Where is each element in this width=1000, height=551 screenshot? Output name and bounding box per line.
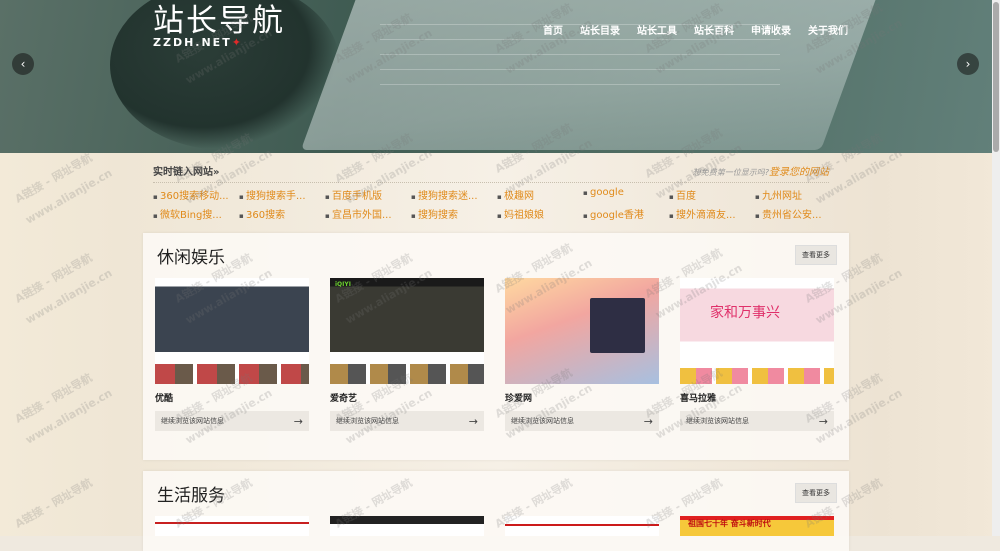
site-card[interactable] bbox=[505, 516, 659, 536]
site-name[interactable]: 爱奇艺 bbox=[330, 391, 484, 405]
realtime-header: 实时链入网站» 想免费第一位显示吗?登录您的网站 bbox=[153, 163, 829, 183]
realtime-link[interactable]: 宜昌市外国... bbox=[325, 206, 411, 221]
view-more-button[interactable]: 查看更多 bbox=[795, 483, 837, 503]
site-card[interactable] bbox=[155, 516, 309, 536]
section-life: 生活服务 查看更多 祖国七十年 奋斗新时代 bbox=[143, 471, 849, 551]
thumb-strip bbox=[680, 368, 834, 384]
site-more-link[interactable]: 继续浏览该网站信息 → bbox=[330, 411, 484, 431]
arrow-right-icon: → bbox=[468, 414, 478, 428]
thumb-text: 祖国七十年 奋斗新时代 bbox=[688, 519, 771, 528]
site-cards: 优酷 继续浏览该网站信息 → iQIYI 爱奇艺 继续浏览该网站信息 → 珍爱网 继… bbox=[155, 278, 834, 431]
site-thumbnail[interactable] bbox=[505, 278, 659, 384]
page-scrollbar[interactable] bbox=[992, 0, 1000, 536]
site-thumbnail[interactable]: 家和万事兴 bbox=[680, 278, 834, 384]
star-icon: ✦ bbox=[231, 36, 243, 49]
site-more-text: 继续浏览该网站信息 bbox=[161, 417, 224, 425]
login-box bbox=[590, 298, 645, 353]
hero-banner: 站长导航 ZZDH.NET✦ 首页 站长目录 站长工具 站长百科 申请收录 关于… bbox=[0, 0, 1000, 153]
nav-wiki[interactable]: 站长百科 bbox=[694, 22, 734, 37]
site-thumbnail[interactable] bbox=[155, 278, 309, 384]
nav-about[interactable]: 关于我们 bbox=[808, 22, 848, 37]
carousel-prev-button[interactable]: ‹ bbox=[12, 53, 34, 75]
logo-domain-text: ZZDH.NET bbox=[153, 36, 232, 49]
realtime-links: 实时链入网站» 想免费第一位显示吗?登录您的网站 360搜索移动... 搜狗搜索… bbox=[153, 163, 829, 221]
realtime-link[interactable]: google香港 bbox=[583, 206, 669, 221]
site-thumbnail[interactable]: 祖国七十年 奋斗新时代 bbox=[680, 516, 834, 536]
site-more-link[interactable]: 继续浏览该网站信息 → bbox=[680, 411, 834, 431]
site-logo[interactable]: 站长导航 ZZDH.NET✦ bbox=[153, 4, 285, 49]
site-more-text: 继续浏览该网站信息 bbox=[511, 417, 574, 425]
thumb-strip bbox=[330, 364, 484, 384]
site-card-zhenai[interactable]: 珍爱网 继续浏览该网站信息 → bbox=[505, 278, 659, 431]
logo-text: 站长导航 bbox=[153, 3, 285, 39]
site-card-youku[interactable]: 优酷 继续浏览该网站信息 → bbox=[155, 278, 309, 431]
realtime-title: 实时链入网站» bbox=[153, 167, 220, 178]
site-name[interactable]: 珍爱网 bbox=[505, 391, 659, 405]
realtime-link[interactable]: google bbox=[583, 187, 669, 202]
site-thumbnail[interactable] bbox=[505, 516, 659, 536]
site-cards: 祖国七十年 奋斗新时代 bbox=[155, 516, 834, 536]
realtime-grid: 360搜索移动... 搜狗搜索手... 百度手机版 搜狗搜索迷... 极趣网 g… bbox=[153, 187, 829, 221]
site-more-text: 继续浏览该网站信息 bbox=[336, 417, 399, 425]
site-more-link[interactable]: 继续浏览该网站信息 → bbox=[155, 411, 309, 431]
site-card[interactable]: 祖国七十年 奋斗新时代 bbox=[680, 516, 834, 536]
section-title: 生活服务 bbox=[157, 486, 225, 506]
arrow-right-icon: → bbox=[643, 414, 653, 428]
thumb-strip bbox=[155, 364, 309, 384]
thumb-text: iQIYI bbox=[335, 281, 351, 288]
section-title: 休闲娱乐 bbox=[157, 248, 225, 268]
site-more-link[interactable]: 继续浏览该网站信息 → bbox=[505, 411, 659, 431]
ask-text: 想免费第一位显示吗? bbox=[692, 168, 769, 177]
realtime-link[interactable]: 百度 bbox=[669, 187, 755, 202]
nav-apply[interactable]: 申请收录 bbox=[751, 22, 791, 37]
arrow-right-icon: → bbox=[818, 414, 828, 428]
view-more-button[interactable]: 查看更多 bbox=[795, 245, 837, 265]
scrollbar-thumb[interactable] bbox=[993, 2, 999, 152]
site-thumbnail[interactable] bbox=[155, 516, 309, 536]
site-more-text: 继续浏览该网站信息 bbox=[686, 417, 749, 425]
realtime-link[interactable]: 贵州省公安... bbox=[755, 206, 841, 221]
site-card[interactable] bbox=[330, 516, 484, 536]
realtime-link[interactable]: 极趣网 bbox=[497, 187, 583, 202]
realtime-link[interactable]: 百度手机版 bbox=[325, 187, 411, 202]
realtime-link[interactable]: 搜狗搜索迷... bbox=[411, 187, 497, 202]
realtime-link[interactable]: 搜外滴滴友... bbox=[669, 206, 755, 221]
site-thumbnail[interactable]: iQIYI bbox=[330, 278, 484, 384]
site-card-ximalaya[interactable]: 家和万事兴 喜马拉雅 继续浏览该网站信息 → bbox=[680, 278, 834, 431]
realtime-link[interactable]: 搜狗搜索手... bbox=[239, 187, 325, 202]
realtime-link[interactable]: 360搜索移动... bbox=[153, 187, 239, 202]
realtime-link[interactable]: 微软Bing搜... bbox=[153, 206, 239, 221]
realtime-link[interactable]: 妈祖娘娘 bbox=[497, 206, 583, 221]
realtime-link[interactable]: 360搜索 bbox=[239, 206, 325, 221]
nav-home[interactable]: 首页 bbox=[543, 22, 563, 37]
section-leisure: 休闲娱乐 查看更多 优酷 继续浏览该网站信息 → iQIYI 爱奇艺 继续浏览该网… bbox=[143, 233, 849, 460]
nav-directory[interactable]: 站长目录 bbox=[580, 22, 620, 37]
realtime-ask: 想免费第一位显示吗?登录您的网站 bbox=[693, 163, 829, 178]
main-nav: 首页 站长目录 站长工具 站长百科 申请收录 关于我们 bbox=[526, 22, 848, 37]
site-thumbnail[interactable] bbox=[330, 516, 484, 536]
realtime-link[interactable]: 搜狗搜索 bbox=[411, 206, 497, 221]
site-name[interactable]: 喜马拉雅 bbox=[680, 391, 834, 405]
nav-tools[interactable]: 站长工具 bbox=[637, 22, 677, 37]
carousel-next-button[interactable]: › bbox=[957, 53, 979, 75]
site-card-iqiyi[interactable]: iQIYI 爱奇艺 继续浏览该网站信息 → bbox=[330, 278, 484, 431]
arrow-right-icon: → bbox=[293, 414, 303, 428]
realtime-link[interactable]: 九州网址 bbox=[755, 187, 841, 202]
site-name[interactable]: 优酷 bbox=[155, 391, 309, 405]
thumb-text: 家和万事兴 bbox=[710, 305, 780, 321]
register-link[interactable]: 登录您的网站 bbox=[769, 167, 829, 178]
